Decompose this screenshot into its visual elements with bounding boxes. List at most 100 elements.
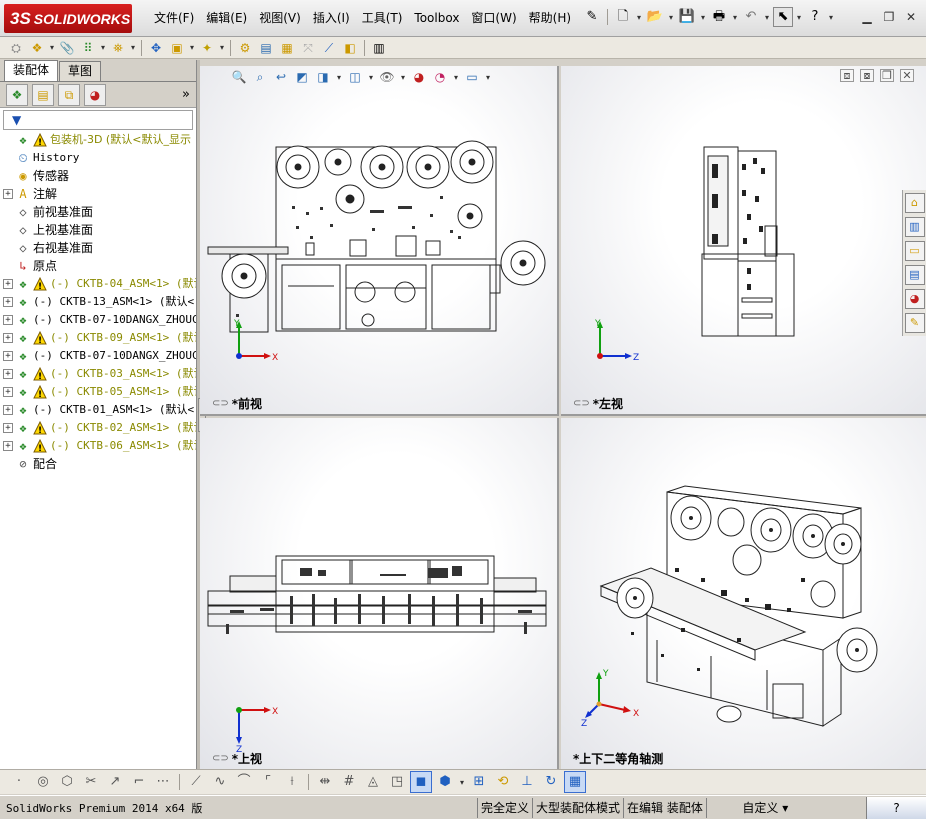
tree-item[interactable]: + ❖! (-) CKTB-06_ASM<1> (默认 [0,437,196,455]
tree-item[interactable]: ⊘ 配合 [0,455,196,473]
expand-toggle-icon[interactable]: + [3,441,13,451]
chamfer-icon[interactable]: ⟊ [281,771,303,793]
sketch-plane-icon[interactable]: ◬ [362,771,384,793]
tree-item[interactable]: + ❖ (-) CKTB-13_ASM<1> (默认< [0,293,196,311]
help-dropdown-chevron-icon[interactable]: ▾ [827,13,835,22]
centerline-icon[interactable]: ⋯ [152,771,174,793]
fillet-icon[interactable]: ⌜ [257,771,279,793]
spline-icon[interactable]: ∿ [209,771,231,793]
viewport-close-icon[interactable]: ✕ [900,69,914,82]
move-component-bottom-icon[interactable]: ⊞ [468,771,490,793]
large-assembly-mode-icon[interactable]: ▥ [369,38,389,58]
menu-tools[interactable]: 工具(T) [356,10,409,26]
scene-chevron-icon[interactable]: ▾ [452,73,460,82]
more-panels-chevron-icon[interactable]: » [182,87,190,102]
display-manager-icon[interactable]: ◕ [84,83,106,106]
viewport-left[interactable]: Y Z ⊂⊃ *左视 ⌂ ▥ ▭ ▤ ◕ ✎ [561,66,926,416]
shaded-cube-icon[interactable]: ◼ [410,771,432,793]
apply-scene-icon[interactable]: ◔ [431,68,449,86]
features-chevron-icon[interactable]: ▾ [218,43,226,52]
arc-icon[interactable]: ⌒ [233,771,255,793]
tab-assembly[interactable]: 装配体 [4,60,59,81]
feature-manager-tree-icon[interactable]: ❖ [6,83,28,106]
isometric-box-icon[interactable]: ◳ [386,771,408,793]
rotate-view-icon[interactable]: ↻ [540,771,562,793]
design-library-icon[interactable]: ▥ [904,217,925,237]
filter-icon[interactable]: ▼ [12,113,21,127]
new-dropdown-chevron-icon[interactable]: ▾ [635,13,643,22]
expand-toggle-icon[interactable]: + [3,351,13,361]
expand-toggle-icon[interactable]: + [3,369,13,379]
tree-item[interactable]: ◇ 右视基准面 [0,239,196,257]
restore-icon[interactable]: ❐ [880,9,898,25]
tree-filter[interactable]: ▼ [3,110,193,130]
open-dropdown-chevron-icon[interactable]: ▾ [667,13,675,22]
show-hidden-chevron-icon[interactable]: ▾ [188,43,196,52]
tree-item[interactable]: + ❖! (-) CKTB-05_ASM<1> (默认 [0,383,196,401]
tree-item[interactable]: + ❖ (-) CKTB-07-10DANGX_ZHOUC [0,311,196,329]
menu-help[interactable]: 帮助(H) [523,10,577,26]
edit-appearance-icon[interactable]: ◕ [410,68,428,86]
help-icon[interactable]: ? [805,7,825,27]
solidworks-logo[interactable]: 3S SOLIDWORKS [4,4,132,33]
tree-item[interactable]: ↳ 原点 [0,257,196,275]
expand-toggle-icon[interactable]: + [3,315,13,325]
menu-insert[interactable]: 插入(I) [307,10,356,26]
polygon-icon[interactable]: ⬡ [56,771,78,793]
smart-fasteners-icon[interactable]: ⛯ [108,38,128,58]
tree-item[interactable]: + ❖! (-) CKTB-09_ASM<1> (默认 [0,329,196,347]
display-style-chevron-icon[interactable]: ▾ [367,73,375,82]
tree-root-assembly[interactable]: ❖ ! 包装机-3D (默认<默认_显示 [0,131,196,149]
unlink-views-icon[interactable]: ⧇ [860,69,874,82]
tree-item[interactable]: + ❖! (-) CKTB-03_ASM<1> (默认 [0,365,196,383]
offset-icon[interactable]: ↗ [104,771,126,793]
zoom-to-area-icon[interactable]: ⌕ [251,68,269,86]
viewport-isometric[interactable]: Y X Z *上下二等角轴测 [561,418,926,769]
print-icon[interactable]: 🖶 [709,7,729,27]
display-mode-chevron-icon[interactable]: ▾ [458,778,466,787]
tree-item[interactable]: ⏲ History [0,149,196,167]
expand-toggle-icon[interactable]: + [3,333,13,343]
tree-item[interactable]: + ❖! (-) CKTB-04_ASM<1> (默认 [0,275,196,293]
minimize-icon[interactable]: ▁ [858,9,876,25]
assembly-features-icon[interactable]: ✦ [197,38,217,58]
save-dropdown-chevron-icon[interactable]: ▾ [699,13,707,22]
circle-icon[interactable]: ◎ [32,771,54,793]
exploded-view-icon[interactable]: ⤧ [298,38,318,58]
appearances-scenes-icon[interactable]: ◕ [904,289,925,309]
tree-item[interactable]: ◇ 前视基准面 [0,203,196,221]
insert-component-icon[interactable]: ❖ [27,38,47,58]
tree-item[interactable]: + ❖! (-) CKTB-02_ASM<1> (默认 [0,419,196,437]
file-explorer-icon[interactable]: ▭ [904,241,925,261]
menu-edit[interactable]: 编辑(E) [200,10,253,26]
expand-toggle-icon[interactable]: + [3,423,13,433]
custom-properties-icon[interactable]: ✎ [904,313,925,333]
expand-toggle-icon[interactable]: + [3,405,13,415]
close-icon[interactable]: ✕ [902,9,920,25]
view-settings-chevron-icon[interactable]: ▾ [484,73,492,82]
new-motion-study-icon[interactable]: ▤ [256,38,276,58]
view-palette-icon[interactable]: ▤ [904,265,925,285]
configuration-manager-icon[interactable]: ⧉ [58,83,80,106]
bill-of-materials-icon[interactable]: ▦ [277,38,297,58]
select-cursor-icon[interactable]: ⬉ [773,7,793,27]
grid-icon[interactable]: # [338,771,360,793]
pattern-chevron-icon[interactable]: ▾ [99,43,107,52]
viewport-front[interactable]: Y X ⊂⊃ *前视 [200,66,559,416]
view-settings-icon[interactable]: ▭ [463,68,481,86]
new-document-icon[interactable]: 🗋 [613,7,633,27]
display-style-icon[interactable]: ◫ [346,68,364,86]
tree-item[interactable]: + A 注解 [0,185,196,203]
instant3d-icon[interactable]: ◧ [340,38,360,58]
tree-item[interactable]: ◉ 传感器 [0,167,196,185]
view-orientation-icon[interactable]: ◨ [314,68,332,86]
tree-item[interactable]: + ❖ (-) CKTB-07-10DANGX_ZHOUC [0,347,196,365]
move-component-icon[interactable]: ✥ [146,38,166,58]
hide-show-items-icon[interactable]: 👁 [378,68,396,86]
print-dropdown-chevron-icon[interactable]: ▾ [731,13,739,22]
show-hidden-components-icon[interactable]: ▣ [167,38,187,58]
previous-view-icon[interactable]: ↩ [272,68,290,86]
expand-toggle-icon[interactable]: + [3,297,13,307]
hide-show-chevron-icon[interactable]: ▾ [399,73,407,82]
line-icon[interactable]: ⟋ [185,771,207,793]
